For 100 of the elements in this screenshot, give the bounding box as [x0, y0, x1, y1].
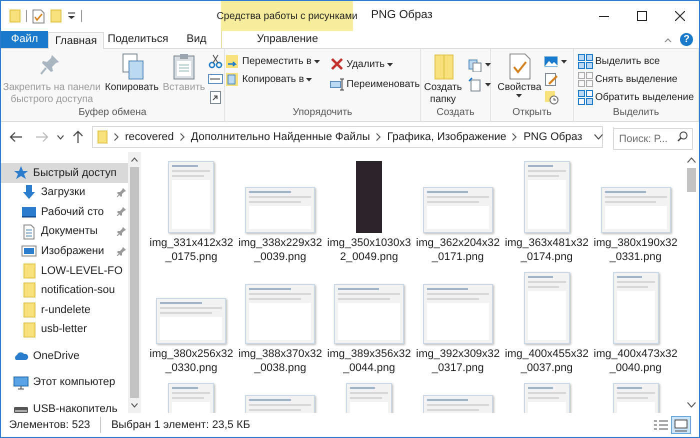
file-name[interactable]: img_350x1030x32_0049.png [325, 236, 414, 266]
scrollbar[interactable] [128, 152, 141, 413]
breadcrumb[interactable]: Графика, Изображение [387, 128, 506, 146]
navigation-item[interactable]: Изображени [1, 241, 128, 261]
ribbon-button[interactable]: Обратить выделение [578, 90, 694, 105]
ribbon-button[interactable]: Копировать [104, 52, 160, 94]
navigation-item[interactable]: notification-sou [1, 280, 128, 300]
ribbon-icon-button[interactable] [468, 77, 491, 92]
dialog-thumbnail[interactable] [524, 272, 570, 344]
view-button[interactable] [671, 416, 691, 434]
scroll-down-icon[interactable] [131, 403, 138, 408]
ribbon-icon-button[interactable] [544, 54, 568, 69]
file-name[interactable]: img_392x309x32_0317.png [414, 347, 502, 377]
navigation-item[interactable]: Быстрый доступ [1, 163, 128, 183]
navigation-item[interactable]: Загрузки [1, 182, 128, 202]
scrollbar-thumb[interactable] [687, 168, 696, 192]
file-name[interactable]: img_331x412x32_0175.png [147, 236, 236, 266]
folder-icon [21, 262, 37, 279]
close-icon[interactable] [675, 11, 685, 21]
ribbon-button[interactable]: Копировать в [225, 72, 320, 87]
dialog-thumbnail[interactable] [524, 161, 570, 233]
dialog-thumbnail[interactable] [600, 187, 671, 233]
file-name[interactable]: img_400x455x32_0037.png [502, 347, 591, 377]
file-name[interactable]: img_380x256x32_0330.png [147, 347, 236, 377]
maximize-icon[interactable] [637, 11, 647, 21]
file-name[interactable]: img_362x204x32_0171.png [414, 236, 502, 266]
ribbon-button[interactable]: Создать папку [420, 52, 466, 106]
ribbon-group-label: Буфер обмена [78, 106, 146, 120]
search-icon [677, 131, 688, 142]
dropdown-icon[interactable] [67, 12, 76, 20]
chevron-icon [114, 133, 119, 141]
copy-path-icon [208, 72, 224, 87]
shortcut-icon [208, 90, 224, 105]
dialog-thumbnail[interactable] [422, 284, 493, 344]
scroll-up-icon[interactable] [687, 157, 696, 163]
file-name[interactable]: img_388x370x32_0038.png [236, 347, 324, 377]
navigation-item[interactable]: USB-накопитель [1, 400, 128, 420]
ribbon-button[interactable]: Переместить в [225, 54, 320, 69]
dialog-thumbnail[interactable] [612, 272, 659, 344]
up-arrow-icon[interactable] [72, 130, 84, 144]
item-count: Элементов: 523 [9, 416, 102, 434]
file-name[interactable]: img_338x229x32_0039.png [236, 236, 324, 266]
ribbon-icon-button[interactable] [208, 90, 224, 105]
forward-arrow-icon[interactable] [35, 131, 49, 143]
ribbon-icon-button[interactable] [208, 54, 224, 69]
down-arrow-icon [21, 184, 37, 200]
file-name[interactable]: img_363x481x32_0174.png [502, 236, 591, 266]
file-name[interactable]: img_389x356x32_0044.png [325, 347, 414, 377]
navigation-item[interactable]: OneDrive [1, 346, 128, 366]
folder-icon[interactable] [50, 9, 62, 23]
ribbon-icon-button[interactable] [468, 57, 491, 72]
ribbon-button[interactable]: Снять выделение [578, 72, 694, 87]
rename-icon [330, 77, 345, 92]
folder-icon[interactable] [9, 9, 21, 23]
ribbon-button[interactable]: Свойства [496, 52, 542, 98]
dialog-thumbnail[interactable] [245, 187, 316, 233]
dialog-thumbnail[interactable] [156, 298, 226, 344]
back-arrow-icon[interactable] [9, 131, 23, 143]
help-button[interactable]: ? [680, 33, 693, 46]
file-name[interactable]: img_400x473x32_0040.png [592, 347, 680, 377]
dialog-thumbnail[interactable] [168, 161, 214, 233]
ribbon-tab[interactable]: Вид [172, 31, 221, 48]
navigation-item[interactable]: r-undelete [1, 300, 128, 320]
ribbon-button[interactable]: Переименовать [330, 77, 420, 92]
breadcrumb[interactable]: recovered [125, 128, 174, 146]
breadcrumb[interactable]: Дополнительно Найденные Файлы [190, 128, 370, 146]
window-title: PNG Образ [371, 8, 433, 24]
picture-icon [544, 54, 560, 69]
collapse-ribbon-icon[interactable] [664, 36, 672, 42]
navigation-item[interactable]: Этот компьютер [1, 372, 128, 393]
details-view-icon [653, 418, 669, 432]
ribbon-tab[interactable]: Файл [1, 31, 48, 48]
folder-icon [21, 322, 37, 338]
dialog-thumbnail[interactable] [334, 284, 404, 344]
ribbon-button[interactable]: Выделить все [578, 54, 694, 69]
scroll-up-icon[interactable] [131, 157, 138, 162]
caret-icon[interactable] [57, 134, 64, 140]
file-name[interactable]: img_380x190x32_0331.png [592, 236, 680, 266]
ribbon-tab[interactable]: Главная [48, 32, 104, 49]
ribbon-icon-button[interactable] [208, 72, 224, 87]
checked-document-icon[interactable] [32, 8, 45, 24]
navigation-item[interactable]: Документы [1, 222, 128, 242]
folder-icon [21, 302, 37, 318]
copy-to-icon [225, 72, 240, 87]
chevron-icon [512, 133, 518, 141]
navigation-item[interactable]: Рабочий сто [1, 202, 128, 222]
scrollbar-thumb[interactable] [130, 167, 139, 398]
navigation-item[interactable]: usb-letter [1, 320, 128, 340]
ribbon-group-label: Упорядочить [292, 106, 352, 120]
ribbon-tab[interactable]: Поделиться [104, 31, 172, 48]
navigation-item[interactable]: LOW-LEVEL-FO [1, 260, 128, 281]
search-field[interactable]: Поиск: Р... [613, 128, 693, 150]
dialog-thumbnail[interactable] [245, 284, 316, 344]
dark-image-thumbnail[interactable] [356, 161, 382, 233]
dialog-thumbnail[interactable] [422, 187, 493, 233]
ribbon-button[interactable]: Удалить [330, 57, 420, 72]
dropdown-icon[interactable] [594, 134, 604, 140]
breadcrumb[interactable]: PNG Образ [523, 128, 582, 146]
monitor-icon [13, 374, 29, 391]
scroll-down-icon[interactable] [687, 402, 696, 408]
